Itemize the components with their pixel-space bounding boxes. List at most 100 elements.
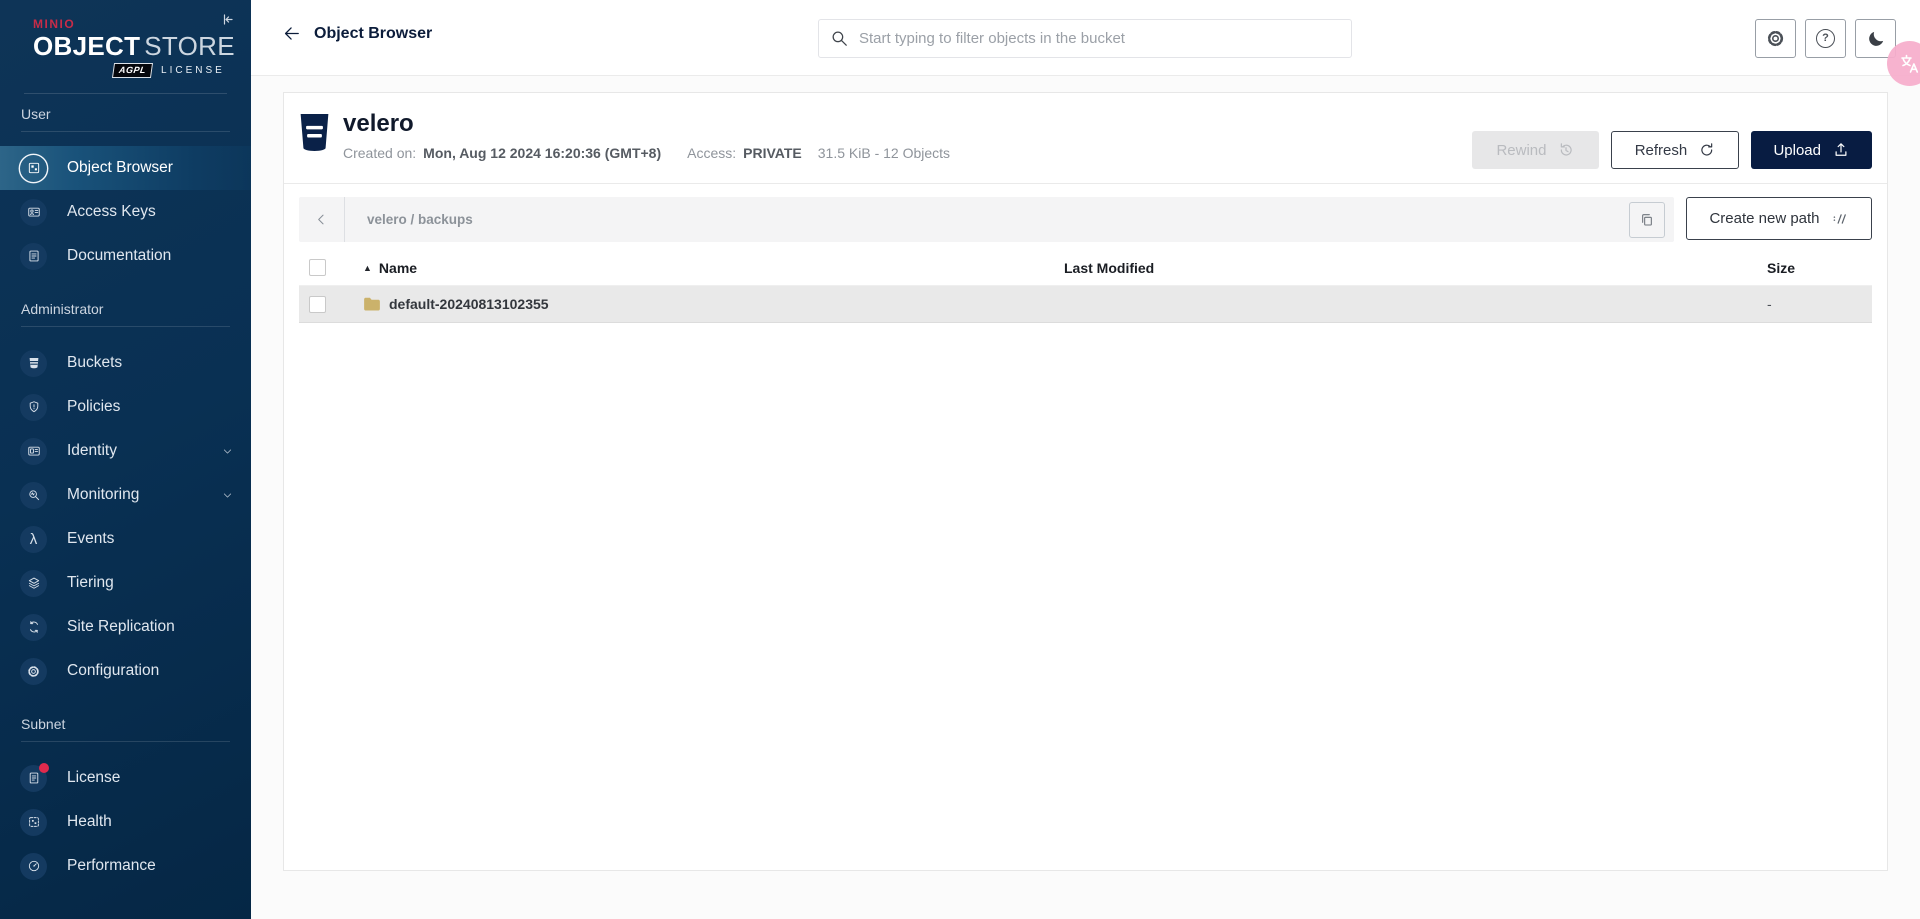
sidebar-item-label: Tiering	[67, 574, 114, 591]
sidebar-item-label: Site Replication	[67, 618, 175, 635]
bucket-subline: Created on: Mon, Aug 12 2024 16:20:36 (G…	[343, 145, 950, 161]
chevron-down-icon[interactable]	[222, 446, 233, 457]
divider	[24, 93, 227, 94]
sidebar-item-label: License	[67, 769, 121, 786]
moon-icon	[1868, 31, 1883, 46]
app-logo: MINIO OBJECT STORE AGPL LICENSE	[0, 0, 251, 78]
sidebar-item-label: Policies	[67, 398, 121, 415]
divider	[21, 131, 230, 132]
search-input[interactable]	[818, 19, 1352, 58]
brand-minio: MINIO	[33, 17, 76, 31]
chevron-left-icon	[318, 214, 324, 225]
sidebar-item-label: Access Keys	[67, 203, 156, 220]
search-box	[818, 19, 1352, 58]
rewind-icon	[1561, 143, 1573, 156]
table-header-row: ▲ Name Last Modified Size	[299, 250, 1872, 286]
sidebar-item-health[interactable]: Health	[0, 800, 251, 844]
path-bar: velero / backups	[299, 197, 1674, 242]
sidebar-item-performance[interactable]: Performance	[0, 844, 251, 888]
sidebar-item-partial[interactable]	[0, 888, 251, 906]
access-value: PRIVATE	[743, 145, 802, 161]
access-label: Access:	[687, 145, 737, 161]
section-label: Administrator	[21, 301, 104, 317]
size-cell: -	[1767, 296, 1772, 312]
refresh-button[interactable]: Refresh	[1611, 131, 1740, 169]
notification-dot	[39, 762, 49, 773]
configuration-gear-icon	[20, 657, 47, 685]
buckets-icon	[20, 349, 47, 377]
sidebar-item-label: Health	[67, 813, 112, 830]
sidebar-item-monitoring[interactable]: Monitoring	[0, 473, 251, 517]
rewind-button[interactable]: Rewind	[1472, 131, 1600, 169]
identity-icon	[20, 437, 47, 465]
table-row[interactable]: default-20240813102355 -	[299, 286, 1872, 323]
upload-icon	[1835, 143, 1847, 156]
sidebar-item-label: Monitoring	[67, 486, 140, 503]
path-back-button[interactable]	[299, 197, 345, 242]
sidebar-item-label: Documentation	[67, 247, 172, 264]
header-actions: ?	[1755, 19, 1896, 58]
breadcrumb: velero / backups	[367, 212, 473, 227]
objects-table: ▲ Name Last Modified Size default-202408…	[299, 250, 1872, 323]
help-icon: ?	[1816, 29, 1835, 48]
bucket-card: velero Created on: Mon, Aug 12 2024 16:2…	[283, 92, 1888, 871]
bucket-icon	[300, 114, 329, 151]
sidebar-item-object-browser[interactable]: Object Browser	[0, 146, 251, 190]
copy-path-button[interactable]	[1629, 201, 1665, 238]
sidebar-item-label: Identity	[67, 442, 117, 459]
select-all-checkbox[interactable]	[309, 259, 326, 276]
sidebar-section-user: User Object Browser Access Keys Document…	[0, 106, 251, 278]
bucket-meta: velero Created on: Mon, Aug 12 2024 16:2…	[343, 110, 950, 161]
column-header-name[interactable]: ▲ Name	[343, 260, 1064, 276]
chevron-down-icon[interactable]	[222, 490, 233, 501]
sidebar-section-subnet: Subnet License Health Performance	[0, 716, 251, 906]
section-label: Subnet	[21, 716, 66, 732]
license-row: AGPL LICENSE	[111, 63, 251, 78]
object-name-cell: default-20240813102355	[343, 296, 1064, 312]
column-header-size: Size	[1767, 259, 1796, 276]
sidebar-item-policies[interactable]: Policies	[0, 385, 251, 429]
sidebar-item-label: Events	[67, 530, 115, 547]
documentation-icon	[20, 242, 47, 270]
bucket-name: velero	[343, 110, 414, 137]
sidebar-item-label: Configuration	[67, 662, 160, 679]
created-value: Mon, Aug 12 2024 16:20:36 (GMT+8)	[423, 145, 662, 161]
sidebar-item-buckets[interactable]: Buckets	[0, 341, 251, 385]
search-icon	[830, 29, 849, 48]
copy-icon	[1642, 213, 1652, 226]
upload-button[interactable]: Upload	[1751, 131, 1872, 169]
access-keys-icon	[20, 198, 47, 226]
monitoring-icon	[20, 481, 47, 509]
collapse-sidebar-icon[interactable]	[220, 12, 235, 27]
sidebar-item-configuration[interactable]: Configuration	[0, 649, 251, 693]
license-icon	[20, 762, 49, 792]
sidebar-item-events[interactable]: λ Events	[0, 517, 251, 561]
settings-button[interactable]	[1755, 19, 1796, 58]
row-checkbox[interactable]	[309, 295, 326, 313]
section-label: User	[21, 106, 51, 122]
sidebar-section-administrator: Administrator Buckets Policies Identity …	[0, 301, 251, 693]
gear-icon	[1767, 30, 1784, 47]
back-to-object-browser-button[interactable]: Object Browser	[282, 24, 432, 43]
sidebar-item-label: Object Browser	[67, 159, 173, 176]
sidebar-item-site-replication[interactable]: Site Replication	[0, 605, 251, 649]
top-header: Object Browser ?	[251, 0, 1920, 86]
sidebar-item-identity[interactable]: Identity	[0, 429, 251, 473]
path-slashes-icon	[1831, 210, 1849, 228]
column-header-last-modified: Last Modified	[1064, 259, 1155, 276]
policies-icon	[20, 393, 47, 421]
events-lambda-icon: λ	[20, 525, 47, 553]
page-title: Object Browser	[314, 24, 433, 42]
divider	[21, 326, 230, 327]
help-button[interactable]: ?	[1805, 19, 1846, 58]
sidebar-item-access-keys[interactable]: Access Keys	[0, 190, 251, 234]
tiering-icon	[20, 569, 47, 597]
refresh-icon	[1701, 143, 1713, 156]
sidebar-item-tiering[interactable]: Tiering	[0, 561, 251, 605]
health-icon	[20, 808, 47, 836]
create-new-path-button[interactable]: Create new path	[1686, 197, 1872, 240]
sidebar-item-documentation[interactable]: Documentation	[0, 234, 251, 278]
sort-asc-icon: ▲	[363, 262, 372, 273]
translate-icon	[1900, 54, 1918, 73]
sidebar-item-license[interactable]: License	[0, 756, 251, 800]
